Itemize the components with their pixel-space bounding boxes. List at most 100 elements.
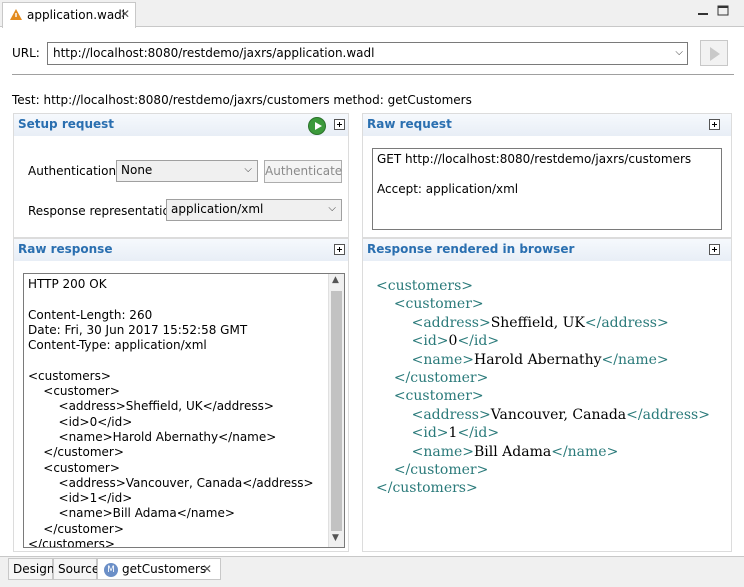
play-icon [710,47,720,61]
tab-design[interactable]: Design [8,558,54,580]
xml-line: </customer> [376,461,710,479]
xml-text: Vancouver, Canada [490,406,627,423]
xml-tag: <name> [411,351,474,368]
xml-text: Bill Adama [474,443,552,460]
run-button[interactable] [700,40,728,66]
response-line: Content-Length: 260 [28,307,153,322]
authentication-select[interactable]: None ⌵ [116,160,258,182]
xml-tag: <address> [411,406,491,423]
chevron-down-icon[interactable]: ⌵ [675,47,683,58]
xml-tag: <name> [411,443,474,460]
scrollbar[interactable]: ▲ ▼ [328,274,344,547]
xml-line: </customers> [376,479,710,497]
chevron-down-icon: ⌵ [328,203,336,214]
response-line [28,292,314,307]
scrollbar-thumb[interactable] [331,291,342,531]
section-header: Response rendered in browser [363,239,731,261]
rendered-xml: <customers> <customer> <address>Sheffiel… [376,277,710,498]
xml-line: <id>1</id> [376,424,710,442]
response-representation-select[interactable]: application/xml ⌵ [166,199,342,221]
setup-request-section: Setup request Authentication: None ⌵ Aut… [13,113,349,238]
response-line: <name>Bill Adama</name> [28,506,235,521]
xml-line: <customers> [376,277,710,295]
xml-line: <name>Harold Abernathy</name> [376,351,710,369]
xml-tag: <id> [411,333,449,350]
xml-tag: <address> [411,314,491,331]
xml-tag: </id> [457,425,500,442]
section-header: Setup request [14,114,348,136]
xml-line: <address>Sheffield, UK</address> [376,314,710,332]
response-representation-value: application/xml [171,202,264,216]
tab-get-customers[interactable]: M getCustomers ✕ [97,558,221,580]
raw-request-text[interactable]: GET http://localhost:8080/restdemo/jaxrs… [372,148,722,230]
expand-icon[interactable] [334,244,345,255]
section-title: Response rendered in browser [367,242,575,256]
tab-get-customers-label: getCustomers [122,562,207,576]
authentication-value: None [121,163,153,177]
response-line: <id>0</id> [28,414,133,429]
xml-tag: <id> [411,425,449,442]
close-icon[interactable]: ✕ [202,562,212,576]
section-title: Raw request [367,117,452,131]
response-line: <address>Sheffield, UK</address> [28,399,274,414]
chevron-down-icon: ⌵ [244,164,252,175]
request-line: Accept: application/xml [377,182,519,197]
xml-tag: <customer> [393,388,484,405]
url-input[interactable]: http://localhost:8080/restdemo/jaxrs/app… [47,42,688,65]
response-line [28,353,314,368]
expand-icon[interactable] [709,119,720,130]
xml-tag: </id> [457,333,500,350]
authentication-label: Authentication: [28,164,121,178]
xml-text: Harold Abernathy [474,351,602,368]
response-line: <id>1</id> [28,491,133,506]
xml-text: Sheffield, UK [490,314,585,331]
method-icon: M [104,563,118,577]
response-line: HTTP 200 OK [28,277,107,291]
raw-response-text[interactable]: HTTP 200 OK Content-Length: 260 Date: Fri,… [23,273,345,548]
scroll-down-icon[interactable]: ▼ [332,533,339,543]
url-value: http://localhost:8080/restdemo/jaxrs/app… [53,46,375,60]
response-line: </customer> [28,521,124,536]
xml-tag: </name> [551,443,619,460]
xml-line: <name>Bill Adama</name> [376,443,710,461]
tab-source[interactable]: Source [53,558,99,580]
xml-tag: </name> [601,351,669,368]
authenticate-button[interactable]: Authenticate [264,160,342,183]
close-icon[interactable]: ✕ [120,7,130,21]
xml-tag: </address> [584,314,669,331]
maximize-icon[interactable] [716,5,730,17]
xml-line: <address>Vancouver, Canada</address> [376,406,710,424]
section-header: Raw request [363,114,731,136]
wadl-file-icon [10,9,22,20]
raw-response-section: Raw response HTTP 200 OK Content-Length: … [13,238,349,552]
raw-request-lines: GET http://localhost:8080/restdemo/jaxrs… [377,152,691,198]
response-line: <name>Harold Abernathy</name> [28,429,277,444]
scroll-up-icon[interactable]: ▲ [332,275,339,285]
response-line: <address>Vancouver, Canada</address> [28,475,314,490]
xml-line: <customer> [376,295,710,313]
url-label: URL: [12,46,40,60]
response-line: <customer> [28,460,120,475]
section-header: Raw response [14,239,348,261]
xml-line: </customer> [376,369,710,387]
response-line: </customer> [28,445,124,460]
expand-icon[interactable] [709,244,720,255]
xml-tag: </customers> [376,480,478,497]
xml-line: <customer> [376,387,710,405]
response-line: </customers> [28,537,115,548]
request-line [377,167,691,182]
xml-tag: <customer> [393,296,484,313]
section-title: Raw response [18,242,113,256]
raw-request-section: Raw request GET http://localhost:8080/re… [362,113,732,238]
response-line: <customers> [28,368,111,383]
xml-tag: </customer> [393,462,489,479]
run-request-button[interactable] [308,117,326,135]
minimize-icon[interactable] [696,5,710,17]
response-representation-label: Response representation: [28,204,182,218]
editor-tab-application-wadl[interactable]: application.wadl ✕ [2,2,136,28]
xml-tag: </address> [626,406,710,423]
request-line: GET http://localhost:8080/restdemo/jaxrs… [377,152,692,166]
xml-tag: <customers> [376,278,473,294]
expand-icon[interactable] [334,119,345,130]
editor-tab-label: application.wadl [27,8,126,22]
